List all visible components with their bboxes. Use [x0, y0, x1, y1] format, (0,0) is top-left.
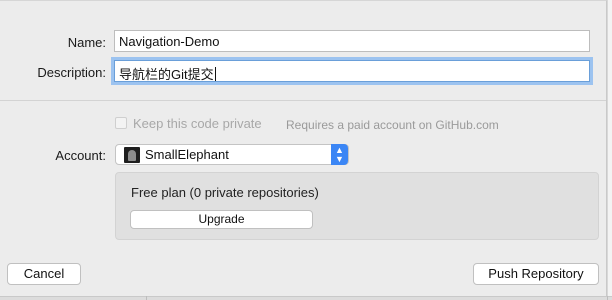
account-selected: SmallElephant — [145, 147, 229, 162]
cancel-button[interactable]: Cancel — [7, 263, 81, 285]
push-repository-button[interactable]: Push Repository — [473, 263, 599, 285]
keep-private-checkbox[interactable] — [115, 117, 127, 129]
plan-info-box: Free plan (0 private repositories) Upgra… — [115, 172, 599, 240]
plan-text: Free plan (0 private repositories) — [131, 185, 319, 200]
account-label: Account: — [55, 148, 106, 163]
window-edge — [607, 0, 612, 299]
name-label: Name: — [67, 35, 106, 50]
keep-private-label: Keep this code private — [133, 116, 262, 131]
description-field[interactable]: 导航栏的Git提交 — [114, 60, 590, 82]
account-popup-button[interactable]: SmallElephant ▲ ▼ — [115, 144, 349, 165]
section-divider — [0, 100, 606, 101]
name-field[interactable]: Navigation-Demo — [114, 30, 590, 52]
avatar — [124, 147, 140, 163]
description-field-value: 导航栏的Git提交 — [119, 67, 214, 82]
name-field-value: Navigation-Demo — [119, 34, 220, 49]
chevron-updown-icon: ▲ ▼ — [331, 144, 348, 165]
description-label: Description: — [37, 65, 106, 80]
text-caret — [214, 67, 216, 81]
bottom-edge — [0, 296, 612, 300]
upgrade-button[interactable]: Upgrade — [130, 210, 313, 229]
private-requirement-note: Requires a paid account on GitHub.com — [286, 118, 499, 132]
publish-repository-sheet: Name: Navigation-Demo Description: 导航栏的G… — [0, 0, 607, 298]
